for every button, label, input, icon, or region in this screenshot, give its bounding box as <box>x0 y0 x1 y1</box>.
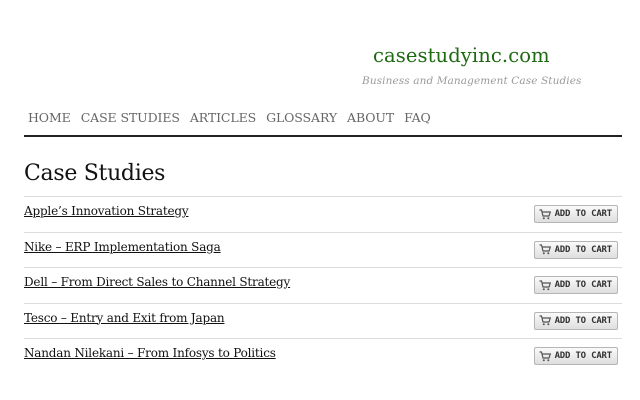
add-to-cart-button[interactable]: ADD TO CART <box>533 276 618 294</box>
case-study-link[interactable]: Tesco – Entry and Exit from Japan <box>24 311 225 325</box>
add-to-cart-label: ADD TO CART <box>554 315 613 326</box>
shopping-cart-icon <box>539 315 551 326</box>
nav-item-glossary[interactable]: GLOSSARY <box>266 110 337 128</box>
nav-divider <box>24 135 622 137</box>
case-study-row: Nandan Nilekani – From Infosys to Politi… <box>24 338 622 374</box>
main-nav: HOME CASE STUDIES ARTICLES GLOSSARY ABOU… <box>28 110 441 128</box>
add-to-cart-button[interactable]: ADD TO CART <box>533 311 618 330</box>
shopping-cart-icon <box>539 208 551 219</box>
nav-item-home[interactable]: HOME <box>28 110 71 128</box>
nav-item-articles[interactable]: ARTICLES <box>190 110 256 128</box>
case-study-row: Nike – ERP Implementation Saga ADD TO CA… <box>24 231 622 268</box>
add-to-cart-label: ADD TO CART <box>554 244 613 255</box>
nav-item-case-studies[interactable]: CASE STUDIES <box>81 110 180 128</box>
add-to-cart-button[interactable]: ADD TO CART <box>533 205 618 223</box>
case-study-link[interactable]: Apple’s Innovation Strategy <box>24 204 189 218</box>
case-study-row: Tesco – Entry and Exit from Japan ADD TO… <box>24 302 622 339</box>
case-study-row: Apple’s Innovation Strategy ADD TO CART <box>24 196 622 232</box>
add-to-cart-button[interactable]: ADD TO CART <box>533 240 618 259</box>
site-title[interactable]: casestudyinc.com <box>373 44 550 67</box>
add-to-cart-label: ADD TO CART <box>554 280 613 290</box>
case-study-link[interactable]: Nandan Nilekani – From Infosys to Politi… <box>24 346 276 360</box>
page-title: Case Studies <box>24 161 166 186</box>
site-header: casestudyinc.com Business and Management… <box>0 0 640 100</box>
case-study-link[interactable]: Nike – ERP Implementation Saga <box>24 240 221 254</box>
add-to-cart-label: ADD TO CART <box>554 209 613 219</box>
nav-item-faq[interactable]: FAQ <box>404 110 431 128</box>
shopping-cart-icon <box>539 279 551 290</box>
site-tagline: Business and Management Case Studies <box>362 75 582 87</box>
shopping-cart-icon <box>539 350 551 361</box>
nav-item-about[interactable]: ABOUT <box>347 110 394 128</box>
case-study-list: Apple’s Innovation Strategy ADD TO CART … <box>24 196 622 374</box>
add-to-cart-label: ADD TO CART <box>554 351 613 361</box>
case-study-link[interactable]: Dell – From Direct Sales to Channel Stra… <box>24 275 290 289</box>
case-study-row: Dell – From Direct Sales to Channel Stra… <box>24 267 622 303</box>
shopping-cart-icon <box>539 244 551 255</box>
add-to-cart-button[interactable]: ADD TO CART <box>533 347 618 365</box>
